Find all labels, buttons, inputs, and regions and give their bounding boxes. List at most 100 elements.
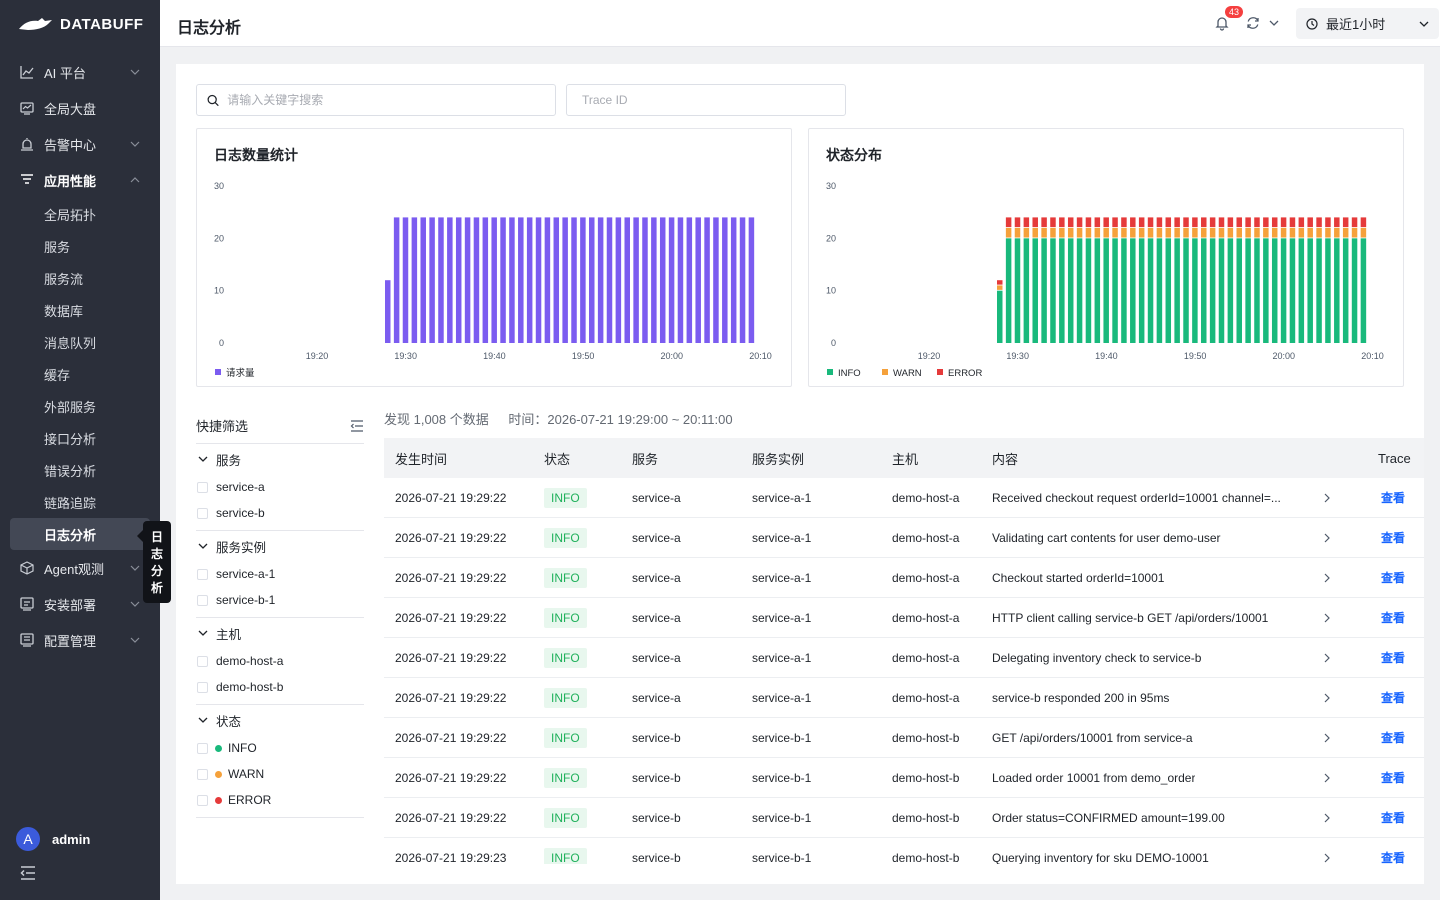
bar[interactable]: [1050, 227, 1056, 238]
filter-option[interactable]: service-b: [196, 500, 364, 526]
bar[interactable]: [1280, 227, 1287, 238]
bar[interactable]: [686, 217, 693, 343]
filter-option[interactable]: demo-host-b: [196, 674, 364, 700]
filter-option[interactable]: INFO: [196, 735, 364, 761]
filter-checkbox[interactable]: [197, 681, 208, 693]
bar[interactable]: [1316, 227, 1322, 238]
bar[interactable]: [677, 217, 684, 343]
bar[interactable]: [1351, 227, 1358, 238]
bar[interactable]: [1218, 217, 1225, 228]
bar[interactable]: [1201, 238, 1207, 343]
bar[interactable]: [1360, 238, 1367, 343]
bar[interactable]: [642, 217, 648, 343]
bar[interactable]: [1059, 227, 1065, 238]
bar[interactable]: [624, 217, 630, 343]
column-header[interactable]: 主机: [892, 449, 918, 468]
bar[interactable]: [1245, 238, 1251, 343]
chevron-right-icon[interactable]: [1323, 492, 1331, 504]
bar[interactable]: [1183, 238, 1189, 343]
bar[interactable]: [1307, 217, 1313, 228]
view-trace-link[interactable]: 查看: [1381, 769, 1405, 786]
bar[interactable]: [1325, 227, 1331, 238]
chevron-right-icon[interactable]: [1323, 812, 1331, 824]
trace-id-input[interactable]: [582, 93, 845, 107]
bar[interactable]: [1156, 217, 1163, 228]
view-trace-link[interactable]: 查看: [1381, 849, 1405, 864]
bar[interactable]: [589, 217, 595, 343]
sidebar-item[interactable]: 配置管理: [0, 622, 160, 658]
bar[interactable]: [473, 217, 480, 343]
bar[interactable]: [1201, 227, 1207, 238]
search-input[interactable]: [227, 93, 555, 107]
bar[interactable]: [1271, 238, 1278, 343]
bar[interactable]: [1103, 227, 1109, 238]
bar[interactable]: [1032, 217, 1038, 228]
bar[interactable]: [1316, 217, 1322, 228]
bar[interactable]: [1227, 238, 1234, 343]
bar[interactable]: [1023, 227, 1030, 238]
column-header[interactable]: 发生时间: [395, 449, 447, 468]
filter-settings-icon[interactable]: [350, 419, 364, 432]
bar[interactable]: [1201, 217, 1207, 228]
bar[interactable]: [1130, 217, 1136, 228]
legend-label[interactable]: INFO: [838, 368, 861, 379]
bar[interactable]: [1005, 217, 1012, 228]
bar[interactable]: [385, 280, 391, 343]
bar[interactable]: [1245, 217, 1251, 228]
bar[interactable]: [722, 217, 728, 343]
bar[interactable]: [748, 217, 755, 343]
bar[interactable]: [464, 217, 471, 343]
bar[interactable]: [1342, 227, 1349, 238]
filter-checkbox[interactable]: [197, 507, 208, 519]
column-header[interactable]: Trace: [1378, 451, 1411, 466]
bar[interactable]: [1263, 238, 1269, 343]
bar[interactable]: [1280, 217, 1287, 228]
bar[interactable]: [1174, 238, 1180, 343]
bar[interactable]: [1280, 238, 1287, 343]
table-row[interactable]: 2026-07-21 19:29:22 INFO service-a service-…: [384, 478, 1424, 518]
bar[interactable]: [411, 217, 418, 343]
bar[interactable]: [1165, 227, 1172, 238]
bar[interactable]: [1005, 227, 1012, 238]
sidebar-subitem[interactable]: 错误分析: [0, 454, 160, 486]
bar[interactable]: [1245, 227, 1251, 238]
bar[interactable]: [1236, 227, 1242, 238]
bar[interactable]: [997, 290, 1003, 343]
bar[interactable]: [1005, 238, 1012, 343]
bar[interactable]: [668, 217, 675, 343]
bar[interactable]: [1298, 227, 1305, 238]
chevron-right-icon[interactable]: [1323, 732, 1331, 744]
bar[interactable]: [1041, 238, 1047, 343]
bar[interactable]: [1254, 227, 1260, 238]
bar[interactable]: [1289, 227, 1296, 238]
filter-checkbox[interactable]: [197, 594, 208, 606]
table-row[interactable]: 2026-07-21 19:29:22 INFO service-a service-…: [384, 678, 1424, 718]
bar[interactable]: [1147, 217, 1154, 228]
bar[interactable]: [1050, 238, 1056, 343]
bar[interactable]: [997, 280, 1003, 285]
brand-logo[interactable]: DATABUFF: [0, 0, 160, 48]
bar[interactable]: [739, 217, 746, 343]
bar[interactable]: [1085, 227, 1092, 238]
bar[interactable]: [1067, 227, 1074, 238]
bar[interactable]: [500, 217, 506, 343]
chevron-right-icon[interactable]: [1323, 852, 1331, 864]
refresh-dropdown-icon[interactable]: [1269, 19, 1279, 27]
sidebar-item[interactable]: Agent观测: [0, 550, 160, 586]
bar[interactable]: [1298, 238, 1305, 343]
bar[interactable]: [1041, 217, 1047, 228]
bar[interactable]: [704, 217, 710, 343]
filter-option[interactable]: service-b-1: [196, 587, 364, 613]
bar[interactable]: [633, 217, 639, 343]
bar[interactable]: [1156, 238, 1163, 343]
sidebar-item[interactable]: 告警中心: [0, 126, 160, 162]
filter-checkbox[interactable]: [197, 655, 208, 667]
bar[interactable]: [526, 217, 533, 343]
legend-label[interactable]: ERROR: [948, 368, 982, 379]
bar[interactable]: [606, 217, 613, 343]
bar[interactable]: [1183, 217, 1189, 228]
bar[interactable]: [420, 217, 426, 343]
bar[interactable]: [1351, 217, 1358, 228]
chevron-right-icon[interactable]: [1323, 692, 1331, 704]
bar[interactable]: [580, 217, 586, 343]
